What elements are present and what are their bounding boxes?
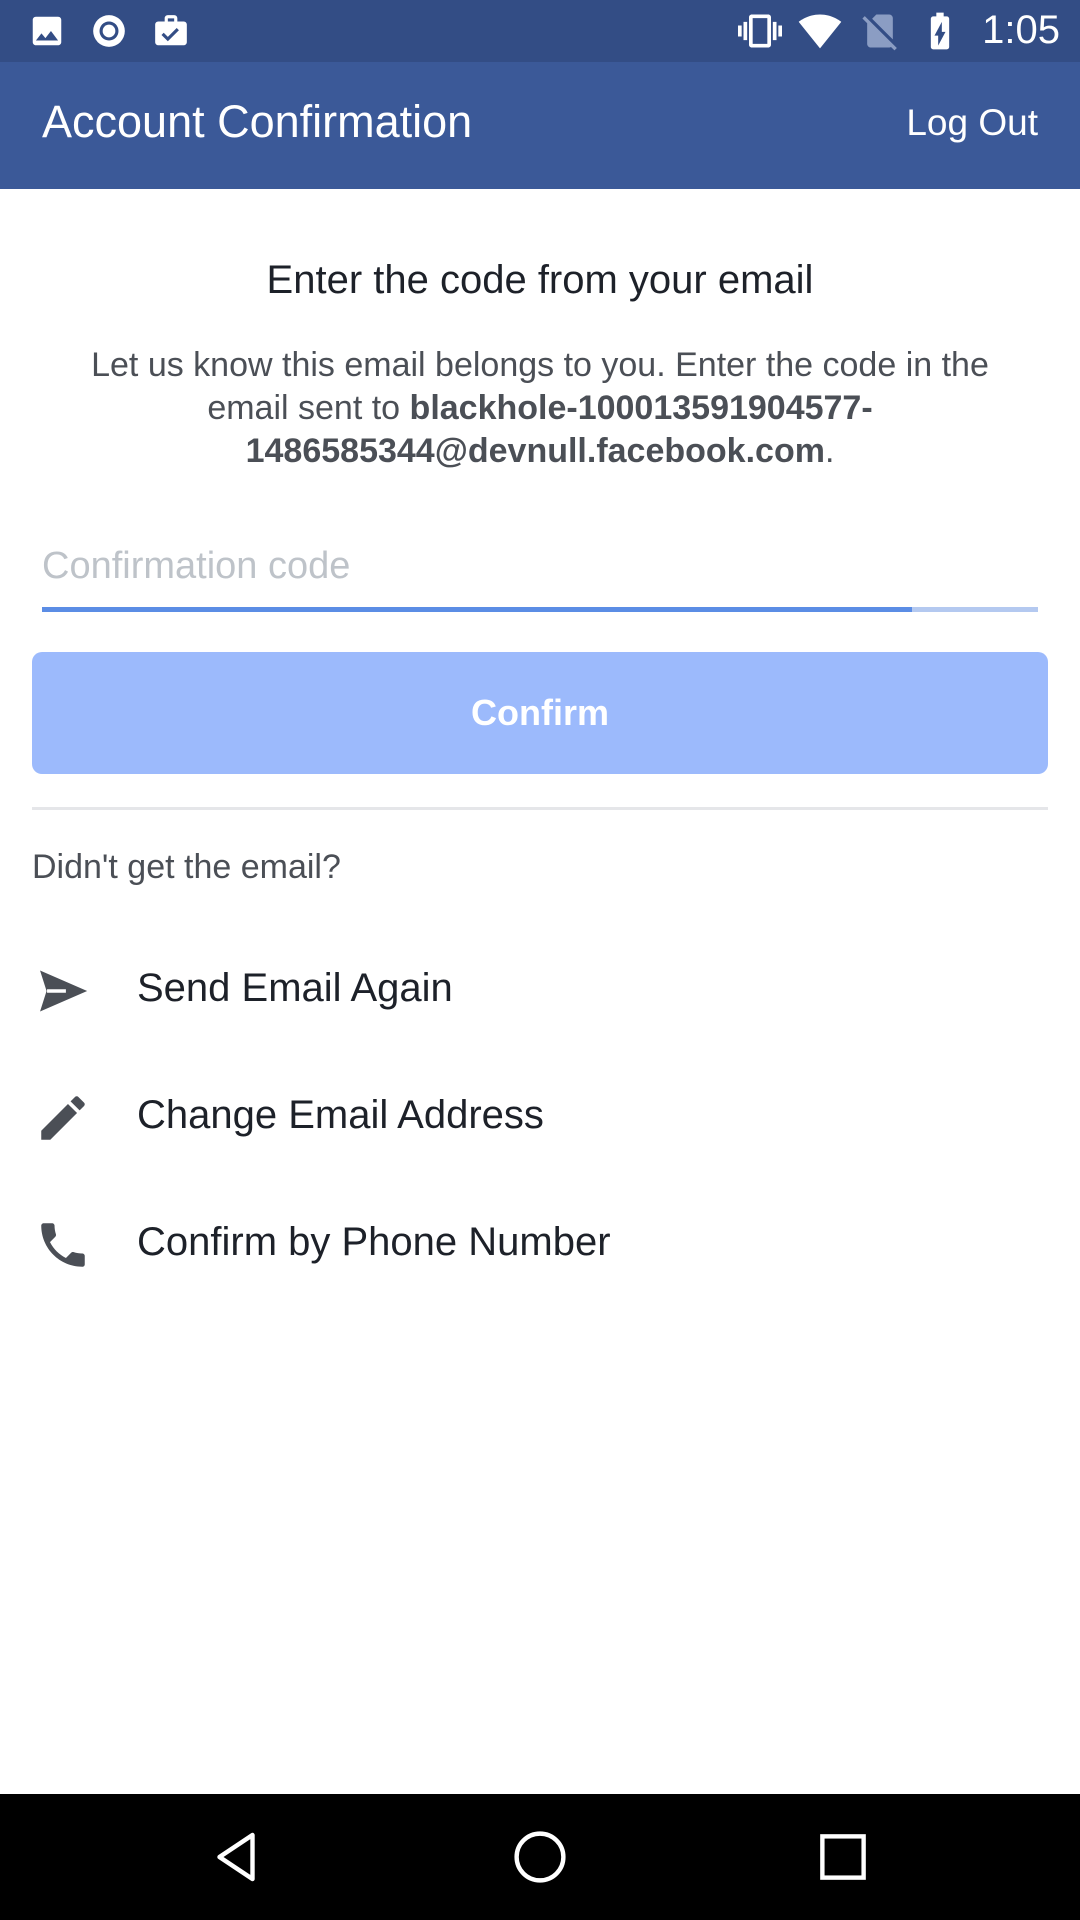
phone-icon bbox=[34, 1216, 92, 1274]
app-bar: Account Confirmation Log Out bbox=[0, 62, 1080, 189]
change-email-address-option[interactable]: Change Email Address bbox=[0, 1061, 1080, 1171]
briefcase-check-icon bbox=[152, 12, 190, 50]
no-sim-icon bbox=[858, 9, 902, 53]
confirm-button[interactable]: Confirm bbox=[32, 652, 1048, 774]
send-icon bbox=[34, 962, 92, 1020]
page-title: Account Confirmation bbox=[42, 96, 473, 147]
confirmation-code-input[interactable] bbox=[42, 526, 1038, 606]
send-email-again-label: Send Email Again bbox=[137, 966, 453, 1010]
description-end: . bbox=[824, 432, 835, 470]
input-underline-active bbox=[42, 607, 912, 612]
back-icon[interactable] bbox=[203, 1824, 269, 1890]
recents-icon[interactable] bbox=[810, 1824, 876, 1890]
content-heading: Enter the code from your email bbox=[266, 258, 814, 302]
content-description: Let us know this email belongs to you. E… bbox=[80, 344, 1000, 473]
change-email-address-label: Change Email Address bbox=[137, 1093, 544, 1137]
confirmation-code-field bbox=[42, 526, 1038, 612]
pencil-icon bbox=[34, 1089, 92, 1147]
send-email-again-option[interactable]: Send Email Again bbox=[0, 934, 1080, 1044]
confirm-by-phone-option[interactable]: Confirm by Phone Number bbox=[0, 1188, 1080, 1298]
home-icon[interactable] bbox=[507, 1824, 573, 1890]
status-time: 1:05 bbox=[982, 8, 1060, 52]
system-icons: 1:05 bbox=[738, 8, 1060, 53]
screen: 1:05 Account Confirmation Log Out Enter … bbox=[0, 0, 1080, 1920]
status-bar: 1:05 bbox=[0, 0, 1080, 62]
navigation-bar bbox=[0, 1794, 1080, 1920]
logout-button[interactable]: Log Out bbox=[906, 102, 1038, 144]
battery-charging-icon bbox=[918, 9, 962, 53]
vibrate-icon bbox=[738, 9, 783, 53]
wifi-icon bbox=[798, 9, 842, 53]
divider bbox=[32, 807, 1048, 810]
image-icon bbox=[28, 12, 66, 50]
confirm-by-phone-label: Confirm by Phone Number bbox=[137, 1220, 611, 1264]
record-icon bbox=[90, 12, 128, 50]
help-prompt: Didn't get the email? bbox=[32, 848, 341, 886]
notification-icons bbox=[28, 12, 214, 50]
